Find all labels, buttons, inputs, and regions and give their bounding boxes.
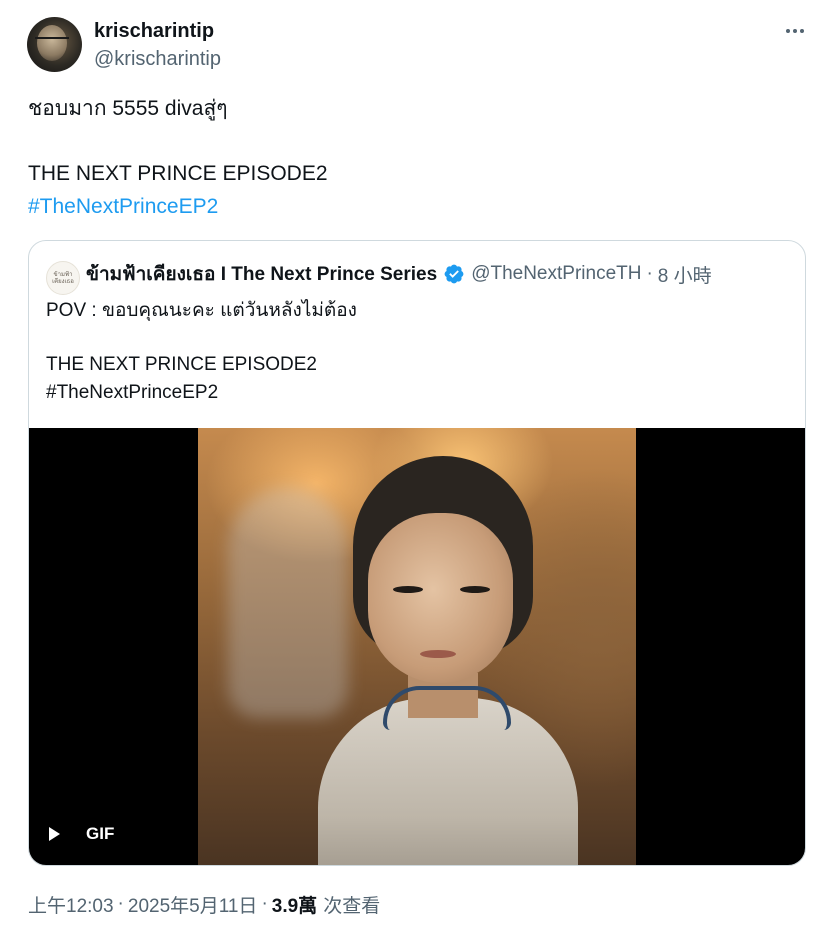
quoted-text-line: POV : ขอบคุณนะคะ แต่วันหลังไม่ต้อง <box>46 300 357 321</box>
gif-label: GIF <box>86 824 115 843</box>
play-icon <box>49 827 60 841</box>
gif-frame <box>198 428 636 865</box>
quoted-time[interactable]: 8 小時 <box>658 261 712 288</box>
quoted-display-name[interactable]: ข้ามฟ้าเคียงเธอ I The Next Prince Series <box>86 259 437 289</box>
views-count[interactable]: 3.9萬 <box>272 891 317 918</box>
more-options-button[interactable] <box>780 18 810 44</box>
separator: · <box>117 893 124 914</box>
quoted-tweet[interactable]: ข้ามฟ้า เคียงเธอ ข้ามฟ้าเคียงเธอ I The N… <box>28 240 806 866</box>
eye <box>393 586 423 593</box>
separator: · <box>646 263 653 284</box>
collar <box>383 686 511 730</box>
tweet-detail: krischarintip @krischarintip ชอบมาก 5555… <box>0 0 829 927</box>
avatar-glasses <box>35 37 69 49</box>
quoted-header: ข้ามฟ้าเคียงเธอ I The Next Prince Series… <box>86 261 712 287</box>
quoted-handle[interactable]: @TheNextPrinceTH <box>471 263 641 285</box>
background-figure <box>228 488 348 718</box>
gif-media[interactable]: GIF <box>29 428 805 865</box>
avatar[interactable] <box>27 17 82 72</box>
author-display-name[interactable]: krischarintip <box>94 18 214 44</box>
verified-badge-icon <box>444 264 464 284</box>
author-handle[interactable]: @krischarintip <box>94 46 221 72</box>
gif-play-button[interactable]: GIF <box>49 822 114 846</box>
tweet-text-line: ชอบมาก 5555 divaสู่ๆ <box>28 97 228 120</box>
separator: · <box>261 893 268 914</box>
views-label: 次查看 <box>323 895 381 917</box>
quoted-hashtag: #TheNextPrinceEP2 <box>46 382 219 403</box>
more-dot-icon <box>786 29 790 33</box>
more-dot-icon <box>793 29 797 33</box>
hashtag-link[interactable]: #TheNextPrinceEP2 <box>28 193 218 221</box>
eye <box>460 586 490 593</box>
tweet-date[interactable]: 2025年5月11日 <box>128 891 258 918</box>
quoted-avatar[interactable]: ข้ามฟ้า เคียงเธอ <box>46 261 80 295</box>
tweet-text-line: THE NEXT PRINCE EPISODE2 <box>28 162 328 185</box>
mouth <box>420 650 456 658</box>
tweet-time[interactable]: 上午12:03 <box>28 891 114 918</box>
quoted-avatar-logo: ข้ามฟ้า เคียงเธอ <box>52 271 74 285</box>
quoted-text-line: THE NEXT PRINCE EPISODE2 <box>46 354 317 375</box>
tweet-meta: 上午12:03 · 2025年5月11日 · 3.9萬 次查看 <box>28 890 380 918</box>
more-dot-icon <box>800 29 804 33</box>
